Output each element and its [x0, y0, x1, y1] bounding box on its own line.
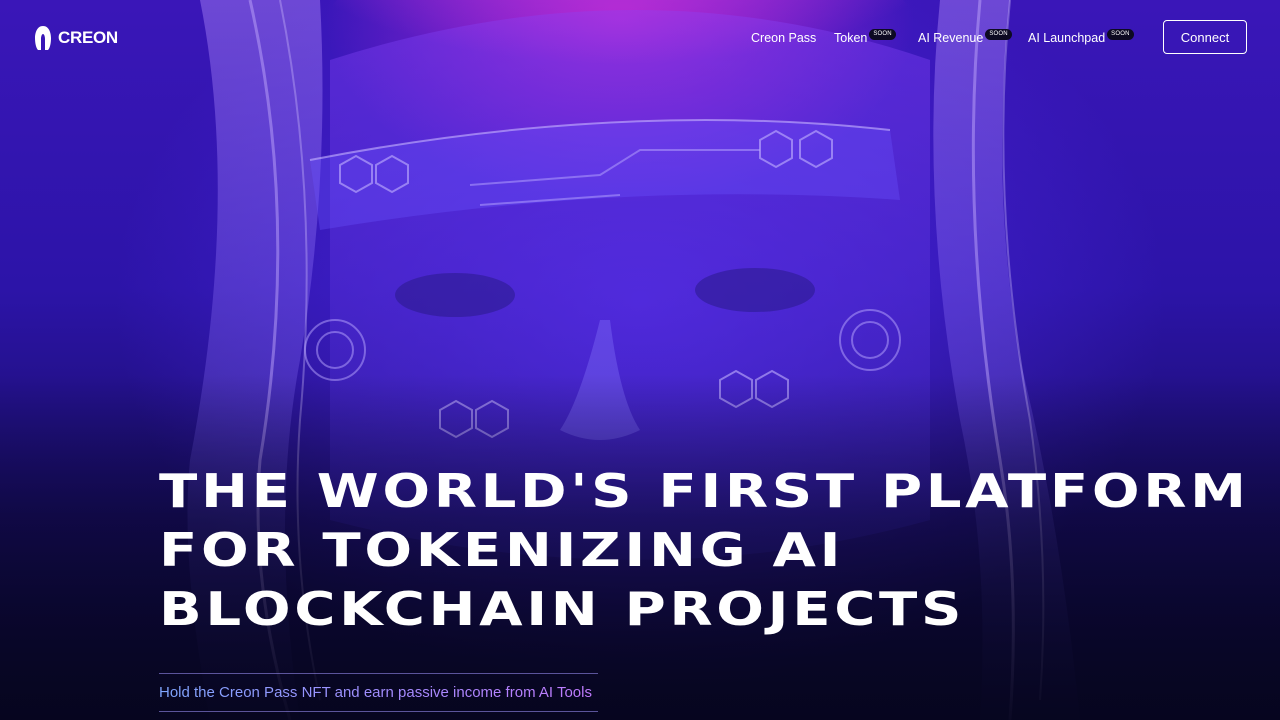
- nav-item-token[interactable]: Token SOON: [834, 26, 918, 50]
- main-nav: Creon Pass Token SOON AI Revenue SOON AI…: [751, 26, 1134, 50]
- headline-line: BLOCKCHAIN PROJECTS: [159, 582, 966, 636]
- nav-item-label: AI Launchpad: [1028, 31, 1106, 45]
- top-header: CREON Creon Pass Token SOON AI Revenue S…: [0, 0, 1280, 76]
- creon-logo-icon: [34, 25, 52, 51]
- nav-item-ai-launchpad[interactable]: AI Launchpad SOON: [1028, 26, 1134, 50]
- nav-item-label: Creon Pass: [751, 31, 817, 45]
- soon-badge: SOON: [869, 29, 896, 40]
- nav-item-creon-pass[interactable]: Creon Pass: [751, 26, 834, 50]
- brand-name: CREON: [58, 28, 118, 47]
- nav-item-ai-revenue[interactable]: AI Revenue SOON: [918, 26, 1028, 50]
- hero-subtitle: Hold the Creon Pass NFT and earn passive…: [159, 684, 592, 701]
- headline-line: FOR TOKENIZING AI: [159, 523, 845, 577]
- nav-item-label: AI Revenue: [918, 31, 984, 45]
- hero-subtitle-box: Hold the Creon Pass NFT and earn passive…: [159, 673, 598, 712]
- brand-logo[interactable]: CREON: [34, 24, 118, 52]
- nav-item-label: Token: [834, 31, 868, 45]
- soon-badge: SOON: [985, 29, 1012, 40]
- connect-button[interactable]: Connect: [1163, 20, 1247, 54]
- soon-badge: SOON: [1107, 29, 1134, 40]
- landing-page: CREON Creon Pass Token SOON AI Revenue S…: [0, 0, 1280, 720]
- headline-line: THE WORLD'S FIRST PLATFORM: [159, 464, 1250, 518]
- hero-headline: THE WORLD'S FIRST PLATFORM FOR TOKENIZIN…: [159, 462, 1280, 639]
